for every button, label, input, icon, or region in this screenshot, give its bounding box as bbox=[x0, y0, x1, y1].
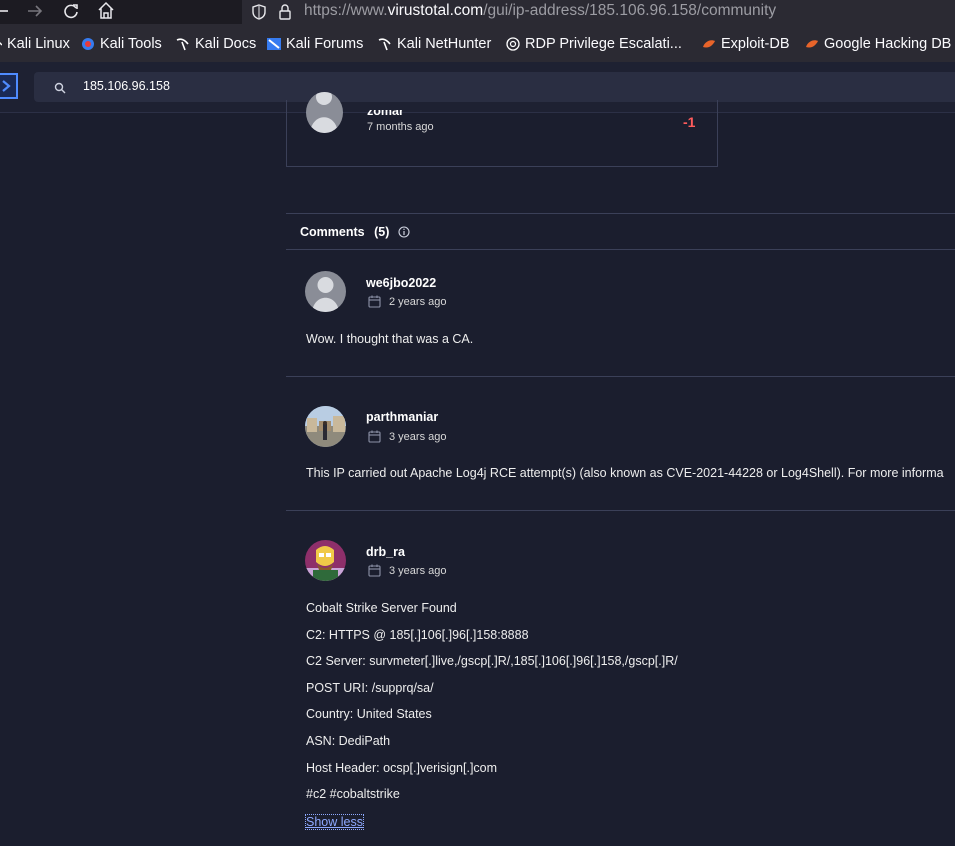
avatar[interactable] bbox=[305, 271, 346, 312]
bookmark-label: Exploit-DB bbox=[721, 36, 790, 52]
bookmark-kali-forums[interactable]: Kali Forums bbox=[267, 36, 363, 52]
comment-line: C2: HTTPS @ 185[.]106[.]96[.]158:8888 bbox=[306, 628, 529, 642]
bookmark-exploit-db[interactable]: Exploit-DB bbox=[702, 36, 790, 52]
address-bar[interactable]: https://www.virustotal.com/gui/ip-addres… bbox=[242, 0, 955, 24]
reload-button[interactable] bbox=[62, 0, 80, 22]
info-icon[interactable] bbox=[398, 226, 410, 238]
comment-date: 3 years ago bbox=[368, 430, 446, 443]
globe-icon bbox=[506, 37, 520, 51]
bookmark-kali-docs[interactable]: Kali Docs bbox=[176, 36, 256, 52]
divider bbox=[286, 249, 955, 250]
comment-username[interactable]: drb_ra bbox=[366, 545, 405, 559]
comment-line: #c2 #cobaltstrike bbox=[306, 787, 400, 801]
default-avatar-icon bbox=[312, 277, 339, 312]
bookmark-label: Kali Forums bbox=[286, 36, 364, 52]
back-button[interactable] bbox=[0, 0, 10, 22]
vote-username[interactable]: zomar bbox=[367, 110, 404, 118]
default-avatar-icon bbox=[310, 92, 338, 133]
bookmark-label: Kali NetHunter bbox=[397, 36, 492, 52]
comment-username[interactable]: we6jbo2022 bbox=[366, 276, 436, 290]
photo-avatar-icon bbox=[305, 406, 346, 447]
comment-line: Host Header: ocsp[.]verisign[.]com bbox=[306, 761, 498, 775]
kali-tools-icon bbox=[82, 38, 94, 50]
calendar-icon bbox=[368, 295, 381, 308]
kali-forums-icon bbox=[267, 38, 281, 50]
vt-logo-icon bbox=[2, 80, 11, 92]
comment-line: ASN: DediPath bbox=[306, 734, 391, 748]
exploit-db-icon bbox=[806, 40, 818, 48]
comment-text: Wow. I thought that was a CA. bbox=[306, 332, 474, 346]
bookmark-rdp-privilege[interactable]: RDP Privilege Escalati... bbox=[506, 36, 682, 52]
comments-heading: Comments (5) bbox=[300, 225, 410, 239]
show-less-link[interactable]: Show less bbox=[305, 814, 364, 830]
bookmark-label: RDP Privilege Escalati... bbox=[525, 36, 682, 52]
comment-date: 3 years ago bbox=[368, 564, 446, 577]
kali-dragon-icon bbox=[0, 41, 2, 46]
exploit-db-icon bbox=[703, 40, 715, 48]
calendar-icon bbox=[368, 430, 381, 443]
bookmark-label: Google Hacking DB bbox=[824, 36, 952, 52]
back-arrow-icon bbox=[0, 10, 8, 12]
comment-date: 2 years ago bbox=[368, 295, 446, 308]
home-button[interactable] bbox=[97, 0, 115, 22]
comment-line: POST URI: /supprq/sa/ bbox=[306, 681, 434, 695]
bookmark-kali-tools[interactable]: Kali Tools bbox=[81, 36, 162, 52]
comments-count: (5) bbox=[374, 225, 390, 239]
lock-icon[interactable] bbox=[278, 3, 292, 21]
url-path: /gui/ip-address/185.106.96.158/community bbox=[483, 2, 777, 19]
vt-logo[interactable] bbox=[0, 73, 18, 99]
divider bbox=[286, 510, 955, 511]
bookmark-kali-nethunter[interactable]: Kali NetHunter bbox=[378, 36, 491, 52]
comment-date-text: 2 years ago bbox=[389, 295, 447, 308]
kali-dragon-icon bbox=[378, 38, 391, 51]
comment-line: Country: United States bbox=[306, 707, 432, 721]
vote-time: 7 months ago bbox=[367, 121, 434, 133]
comments-title: Comments bbox=[300, 225, 365, 239]
browser-nav-bar: https://www.virustotal.com/gui/ip-addres… bbox=[0, 0, 955, 24]
bookmark-label: Kali Linux bbox=[7, 36, 70, 52]
comment-date-text: 3 years ago bbox=[389, 564, 447, 577]
home-icon bbox=[98, 1, 114, 19]
bookmark-kali-linux[interactable]: Kali Linux bbox=[0, 36, 70, 52]
kali-dragon-icon bbox=[176, 38, 189, 51]
url-text[interactable]: https://www.virustotal.com/gui/ip-addres… bbox=[304, 2, 776, 20]
bookmark-label: Kali Docs bbox=[195, 36, 257, 52]
divider bbox=[286, 213, 955, 214]
vote-score: -1 bbox=[683, 114, 696, 130]
url-host: virustotal.com bbox=[387, 2, 484, 19]
comment-text: This IP carried out Apache Log4j RCE att… bbox=[306, 466, 944, 480]
bookmark-label: Kali Tools bbox=[100, 36, 162, 52]
search-input[interactable]: 185.106.96.158 bbox=[83, 79, 170, 93]
comment-username[interactable]: parthmaniar bbox=[366, 410, 438, 424]
comment-date-text: 3 years ago bbox=[389, 430, 447, 443]
avatar[interactable] bbox=[305, 540, 346, 581]
bookmarks-bar: Kali Linux Kali Tools Kali Docs Kali For… bbox=[0, 24, 955, 62]
comment-line: Cobalt Strike Server Found bbox=[306, 601, 457, 615]
vt-search-bar[interactable]: 185.106.96.158 bbox=[34, 72, 955, 102]
calendar-icon bbox=[368, 564, 381, 577]
comment-line: C2 Server: survmeter[.]live,/gscp[.]R/,1… bbox=[306, 654, 678, 668]
url-scheme: https://www. bbox=[304, 2, 388, 19]
search-icon bbox=[54, 82, 66, 94]
vote-card: zomar 7 months ago -1 bbox=[286, 92, 718, 167]
reload-icon bbox=[64, 4, 78, 19]
forward-button[interactable] bbox=[27, 0, 43, 22]
avatar[interactable] bbox=[305, 406, 346, 447]
divider bbox=[286, 376, 955, 377]
cartoon-avatar-icon bbox=[305, 546, 346, 581]
forward-arrow-icon bbox=[28, 5, 43, 17]
bookmark-google-hacking-db[interactable]: Google Hacking DB bbox=[805, 36, 951, 52]
avatar[interactable] bbox=[306, 92, 343, 133]
tracking-shield-icon[interactable] bbox=[251, 3, 267, 21]
